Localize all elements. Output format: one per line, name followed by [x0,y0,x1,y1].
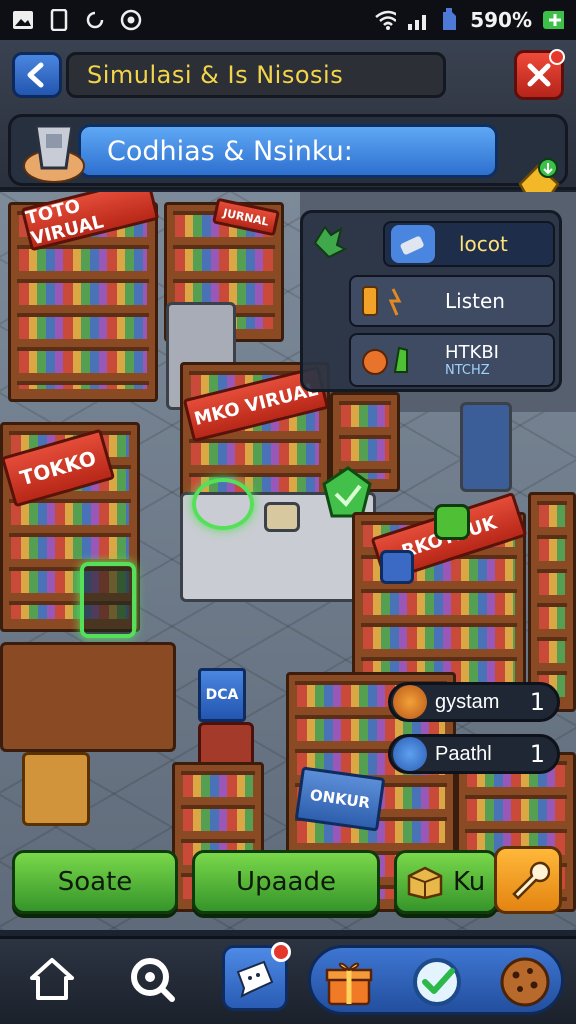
home-icon[interactable] [22,949,82,1009]
fruit-icon [359,338,415,382]
battery-text: 590% [470,8,532,32]
inventory-row-1[interactable]: locot [383,221,555,267]
back-button[interactable] [12,52,62,98]
status-bar: 590% [0,0,576,40]
resource-gystam[interactable]: gystam 1 [388,682,560,722]
cookie-icon[interactable] [495,952,555,1012]
sign-tag: DCA [198,668,246,722]
resource-value-1: 1 [529,688,545,716]
signal-icon [406,9,428,31]
sim-icon [438,8,460,31]
potion-display[interactable] [80,562,136,638]
avatar[interactable] [16,116,92,184]
page-title: Simulasi & Is Nisosis [87,61,344,89]
upaade-button[interactable]: Upaade [192,850,380,914]
battery-item-icon [359,281,415,321]
phone-icon [48,9,70,31]
record-icon [120,9,142,31]
check-icon[interactable] [407,952,467,1012]
player-name: Codhias & Nsinku: [107,135,353,167]
gear-coin-icon [393,685,427,719]
inventory-sublabel-3: NTCHZ [445,363,490,378]
gift-icon[interactable] [319,952,379,1012]
selection-ring[interactable] [192,478,254,530]
ghost-marker-icon[interactable] [434,504,470,540]
shelf-far-right[interactable] [528,492,576,712]
close-icon [527,63,551,87]
chat-button[interactable] [222,942,291,1011]
inventory-label-1: locot [459,232,508,256]
notification-badge [271,942,291,962]
globe-coin-icon [393,737,427,771]
search-icon[interactable] [122,949,182,1009]
battery-icon [542,9,564,31]
notification-dot [549,49,565,65]
resource-paathl[interactable]: Paathl 1 [388,734,560,774]
inventory-label-3: HTKBI [445,342,499,363]
gallery-icon [12,9,34,31]
table-left[interactable] [0,642,176,752]
player-name-bar[interactable]: Codhias & Nsinku: [78,124,498,178]
chat-icon [236,960,274,998]
header: Simulasi & Is Nisosis Codhias & Nsinku: [0,40,576,204]
ku-button[interactable]: Ku [394,850,498,914]
inventory-panel: locot Listen HTKBI NTCHZ [300,210,562,392]
bottom-nav [0,936,576,1024]
soate-button[interactable]: Soate [12,850,178,914]
wifi-icon [374,9,397,31]
vending-machine[interactable] [460,402,512,492]
box-icon [407,866,443,900]
arrow-left-icon [27,62,44,88]
title-bar: Simulasi & Is Nisosis [66,52,446,98]
cash-register[interactable] [264,502,300,532]
resource-label-1: gystam [435,690,500,713]
leaf-icon [309,221,349,261]
inventory-row-2[interactable]: Listen [349,275,555,327]
resource-label-2: Paathl [435,742,492,765]
action-bar: Soate Upaade Ku [0,840,576,936]
nav-group [308,945,564,1015]
wrench-icon [512,861,550,900]
wrench-button[interactable] [494,846,562,914]
sync-icon [84,9,106,31]
inventory-row-3[interactable]: HTKBI NTCHZ [349,333,555,387]
sign-bottom: ONKUR [294,766,386,832]
crate[interactable] [22,752,90,826]
inventory-label-2: Listen [445,289,505,313]
resource-value-2: 1 [529,740,545,768]
close-button[interactable] [514,49,565,100]
battery-pack-icon [391,225,435,263]
robot-marker-icon[interactable] [380,550,414,584]
